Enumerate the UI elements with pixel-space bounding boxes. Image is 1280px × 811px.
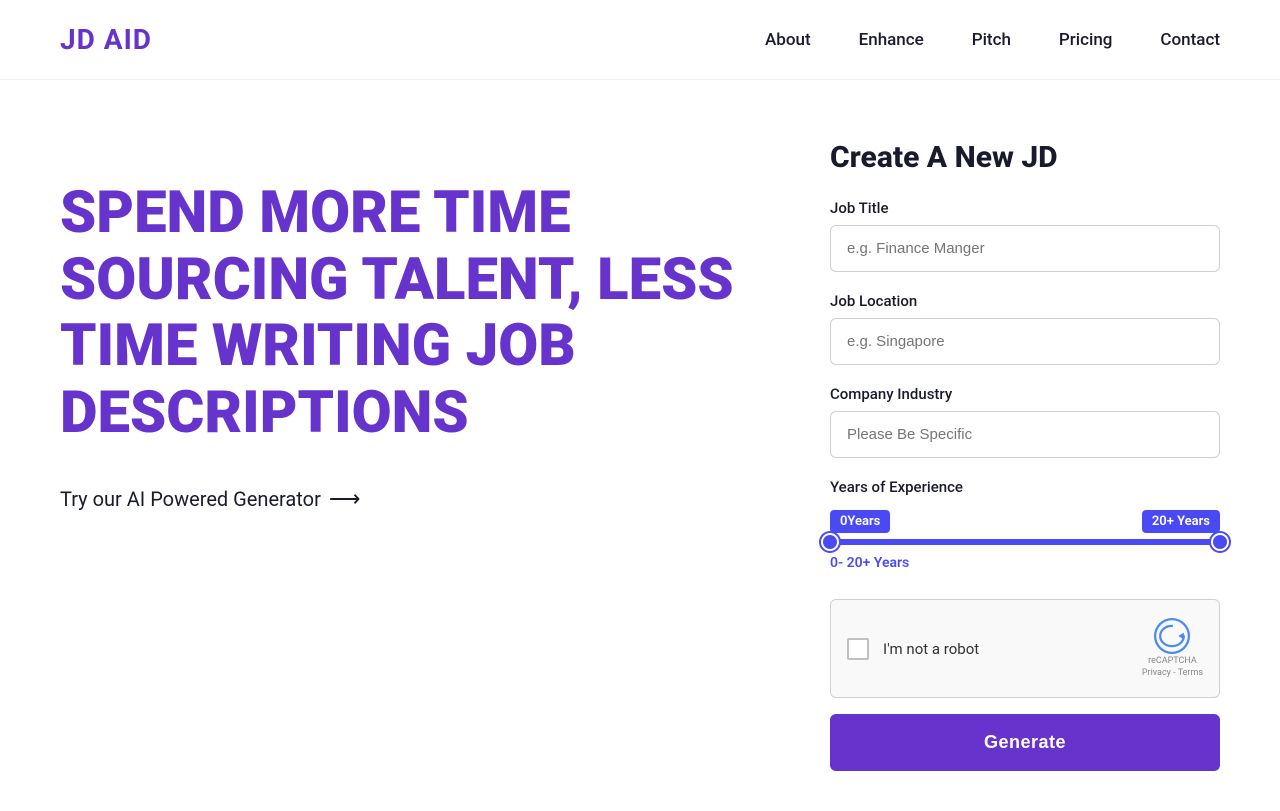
slider-min-badge: 0Years xyxy=(830,510,890,533)
range-thumb-right[interactable] xyxy=(1211,533,1229,551)
nav-pitch[interactable]: Pitch xyxy=(972,30,1011,50)
nav-pricing[interactable]: Pricing xyxy=(1059,30,1113,50)
main-content: SPEND MORE TIME SOURCING TALENT, LESS TI… xyxy=(0,80,1280,811)
range-thumb-left[interactable] xyxy=(821,533,839,551)
job-location-input[interactable] xyxy=(830,318,1220,365)
nav-enhance[interactable]: Enhance xyxy=(859,30,924,50)
job-location-group: Job Location xyxy=(830,292,1220,365)
hero-title: SPEND MORE TIME SOURCING TALENT, LESS TI… xyxy=(60,180,750,447)
company-industry-group: Company Industry xyxy=(830,385,1220,458)
years-exp-section: Years of Experience 0Years 20+ Years 0- … xyxy=(830,478,1220,571)
years-exp-label: Years of Experience xyxy=(830,478,1220,496)
slider-range-text: 0- 20+ Years xyxy=(830,555,1220,571)
range-track[interactable] xyxy=(830,539,1220,545)
hero-section: SPEND MORE TIME SOURCING TALENT, LESS TI… xyxy=(60,140,750,512)
recaptcha-left: I'm not a robot xyxy=(847,638,979,660)
generate-button[interactable]: Generate xyxy=(830,714,1220,771)
slider-max-badge: 20+ Years xyxy=(1142,510,1220,533)
job-title-group: Job Title xyxy=(830,199,1220,272)
nav-contact[interactable]: Contact xyxy=(1160,30,1220,50)
arrow-icon: ⟶ xyxy=(329,487,361,512)
nav-about[interactable]: About xyxy=(765,30,811,50)
hero-subtitle: Try our AI Powered Generator ⟶ xyxy=(60,487,750,512)
job-title-input[interactable] xyxy=(830,225,1220,272)
logo[interactable]: JD AID xyxy=(60,23,152,56)
company-industry-label: Company Industry xyxy=(830,385,1220,403)
header: JD AID About Enhance Pitch Pricing Conta… xyxy=(0,0,1280,80)
recaptcha-checkbox[interactable] xyxy=(847,638,869,660)
recaptcha-label: I'm not a robot xyxy=(883,640,979,658)
hero-subtitle-text: Try our AI Powered Generator xyxy=(60,487,321,511)
recaptcha-box[interactable]: I'm not a robot reCAPTCHA Privacy - Term… xyxy=(830,599,1220,698)
main-nav: About Enhance Pitch Pricing Contact xyxy=(765,30,1220,50)
company-industry-input[interactable] xyxy=(830,411,1220,458)
recaptcha-brand: reCAPTCHA Privacy - Terms xyxy=(1142,656,1203,679)
recaptcha-icon xyxy=(1154,618,1190,654)
job-title-label: Job Title xyxy=(830,199,1220,217)
form-title: Create A New JD xyxy=(830,140,1220,175)
recaptcha-logo: reCAPTCHA Privacy - Terms xyxy=(1142,618,1203,679)
job-location-label: Job Location xyxy=(830,292,1220,310)
jd-form: Create A New JD Job Title Job Location C… xyxy=(830,140,1220,771)
slider-badges: 0Years 20+ Years xyxy=(830,510,1220,533)
